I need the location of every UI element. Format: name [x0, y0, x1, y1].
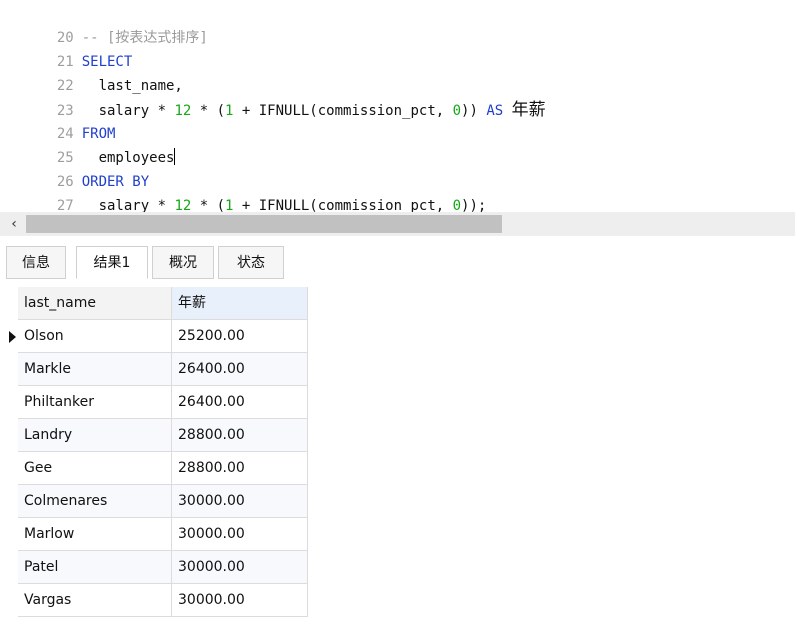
- sql-text: )): [461, 103, 487, 119]
- column-header-last-name[interactable]: last_name: [18, 287, 172, 320]
- scrollbar-thumb[interactable]: [26, 215, 502, 233]
- table-cell[interactable]: Colmenares: [18, 485, 172, 518]
- table-cell[interactable]: Vargas: [18, 584, 172, 617]
- table-row[interactable]: Landry 28800.00: [6, 419, 308, 452]
- table-row[interactable]: Vargas 30000.00: [6, 584, 308, 617]
- text-cursor: [174, 148, 176, 165]
- table-cell[interactable]: 26400.00: [172, 353, 308, 386]
- current-row-indicator: [6, 320, 18, 353]
- table-cell[interactable]: Markle: [18, 353, 172, 386]
- table-row[interactable]: Colmenares 30000.00: [6, 485, 308, 518]
- code-line-20: 20 -- [按表达式排序]: [0, 2, 208, 46]
- column-header-annual-salary[interactable]: 年薪: [172, 287, 308, 320]
- code-line-23: 23 salary * 12 * (1 + IFNULL(commission_…: [0, 74, 546, 120]
- table-cell[interactable]: 30000.00: [172, 551, 308, 584]
- sql-text: * (: [191, 103, 226, 119]
- table-cell[interactable]: Olson: [18, 320, 172, 353]
- table-cell[interactable]: Marlow: [18, 518, 172, 551]
- table-cell[interactable]: Gee: [18, 452, 172, 485]
- current-row-triangle-icon: [9, 331, 16, 343]
- table-row[interactable]: Marlow 30000.00: [6, 518, 308, 551]
- table-cell[interactable]: 30000.00: [172, 485, 308, 518]
- table-cell[interactable]: Philtanker: [18, 386, 172, 419]
- table-cell[interactable]: 25200.00: [172, 320, 308, 353]
- tab-overview[interactable]: 概况: [152, 246, 214, 279]
- code-line-26: 26 ORDER BY: [0, 146, 149, 190]
- sql-alias: 年薪: [511, 100, 546, 120]
- table-cell[interactable]: 28800.00: [172, 419, 308, 452]
- sql-number: 12: [174, 103, 192, 119]
- code-line-25: 25 employees: [0, 122, 176, 166]
- table-cell[interactable]: 30000.00: [172, 518, 308, 551]
- sql-number: 0: [452, 103, 462, 119]
- table-row[interactable]: Philtanker 26400.00: [6, 386, 308, 419]
- tab-result-1[interactable]: 结果1: [76, 246, 148, 279]
- code-line-24: 24 FROM: [0, 98, 116, 142]
- sql-keyword-as: AS: [486, 103, 504, 119]
- table-row[interactable]: Markle 26400.00: [6, 353, 308, 386]
- table-row[interactable]: Gee 28800.00: [6, 452, 308, 485]
- tab-info[interactable]: 信息: [6, 246, 66, 279]
- code-line-22: 22 last_name,: [0, 50, 183, 94]
- code-line-27: 27 salary * 12 * (1 + IFNULL(commission_…: [0, 170, 486, 214]
- tab-status[interactable]: 状态: [218, 246, 284, 279]
- code-line-21: 21 SELECT: [0, 26, 132, 70]
- table-cell[interactable]: 26400.00: [172, 386, 308, 419]
- table-row[interactable]: Patel 30000.00: [6, 551, 308, 584]
- horizontal-scrollbar[interactable]: ‹: [0, 212, 795, 236]
- sql-text: + IFNULL(commission_pct,: [233, 103, 453, 119]
- grid-header-row: last_name 年薪: [6, 287, 308, 320]
- table-row[interactable]: Olson 25200.00: [6, 320, 308, 353]
- result-tabs: 信息 结果1 概况 状态: [0, 246, 795, 280]
- table-cell[interactable]: Patel: [18, 551, 172, 584]
- table-cell[interactable]: Landry: [18, 419, 172, 452]
- table-cell[interactable]: 28800.00: [172, 452, 308, 485]
- chevron-left-icon[interactable]: ‹: [6, 212, 22, 236]
- table-cell[interactable]: 30000.00: [172, 584, 308, 617]
- sql-editor[interactable]: 20 -- [按表达式排序] 21 SELECT 22 last_name, 23 …: [0, 0, 795, 214]
